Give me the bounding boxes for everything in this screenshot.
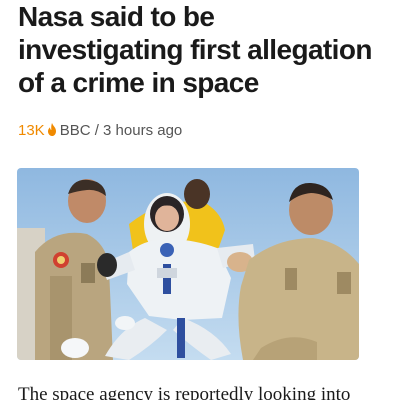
article-image[interactable]	[17, 168, 359, 360]
article-meta: 13K BBC / 3 hours ago	[18, 122, 182, 140]
headline-line-2: investigating first allegation	[18, 34, 372, 65]
headline-line-3: of a crime in space	[18, 67, 259, 98]
article-body-preview: The space agency is reportedly looking i…	[18, 384, 351, 400]
popularity-count: 13K	[18, 122, 45, 139]
astronaut-photo	[17, 168, 359, 360]
source-and-time: BBC / 3 hours ago	[59, 122, 183, 139]
headline-line-1: Nasa said to be	[18, 1, 215, 32]
headline: Nasa said to be investigating first alle…	[18, 0, 388, 99]
flame-icon	[47, 123, 56, 136]
